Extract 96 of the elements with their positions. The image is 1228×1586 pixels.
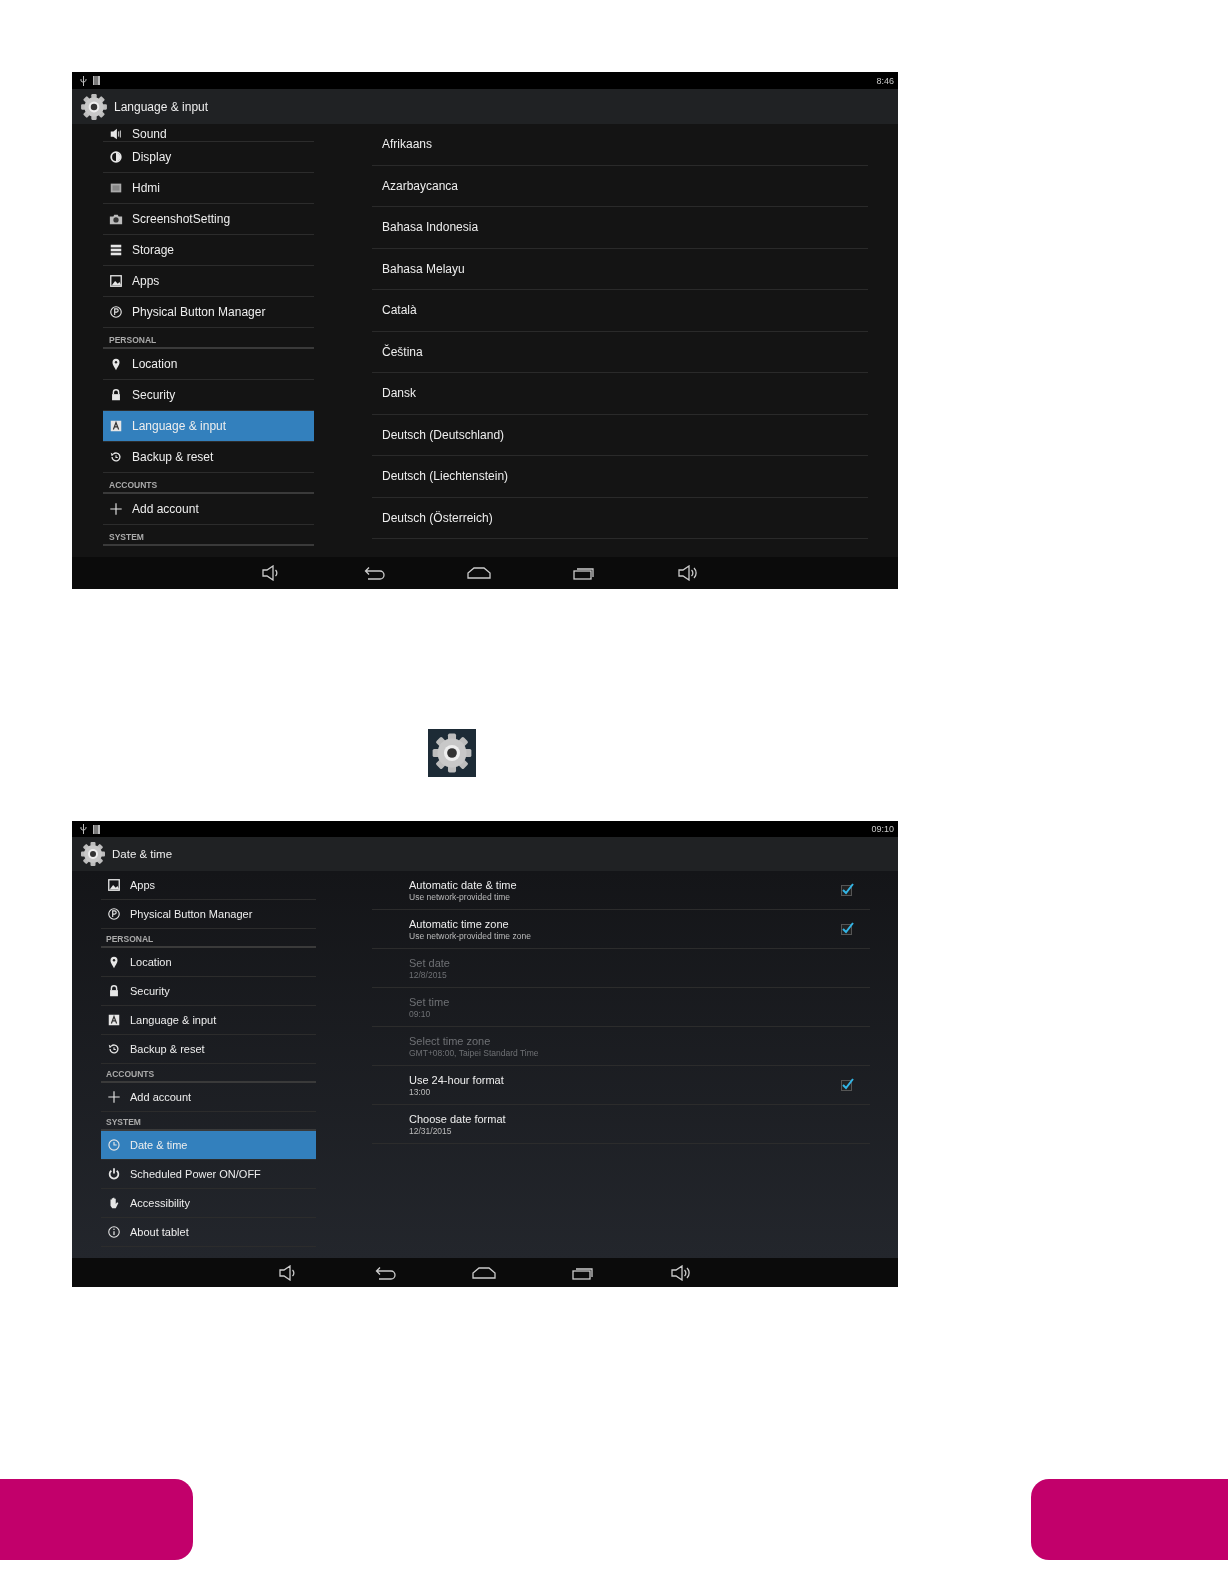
setting-summary: 09:10: [409, 1008, 432, 1019]
section-header: PERSONAL: [103, 328, 314, 349]
settings-menu-item[interactable]: Add account: [103, 494, 314, 525]
plus-icon: [109, 502, 123, 516]
recent-apps-icon[interactable]: [573, 566, 595, 580]
setting-title: Select time zone: [409, 1034, 492, 1047]
letter-box-icon: [107, 1013, 121, 1027]
language-item[interactable]: Bahasa Indonesia: [372, 207, 868, 249]
section-header: PERSONAL: [101, 929, 316, 948]
setting-title: Choose date format: [409, 1112, 507, 1125]
setting-title: Automatic date & time: [409, 878, 518, 891]
status-time: 8:46: [876, 75, 894, 86]
usb-icon: [80, 75, 87, 86]
settings-menu-item[interactable]: Hdmi: [103, 173, 314, 204]
screen-title: Language & input: [114, 99, 209, 114]
setting-summary: 12/31/2015: [409, 1125, 453, 1136]
back-icon[interactable]: [374, 1265, 396, 1280]
home-icon[interactable]: [472, 1266, 496, 1279]
settings-menu-item[interactable]: Location: [101, 948, 316, 977]
settings-menu-item[interactable]: Sound: [103, 124, 314, 142]
settings-menu-item[interactable]: Location: [103, 349, 314, 380]
setting-summary: GMT+08:00, Taipei Standard Time: [409, 1047, 540, 1058]
setting-summary: Use network-provided time: [409, 891, 512, 902]
p-circle-icon: [107, 907, 121, 921]
settings-icon: [80, 92, 108, 121]
section-header: ACCOUNTS: [103, 473, 314, 494]
storage-card-icon: [93, 76, 100, 85]
settings-menu-item[interactable]: Date & time: [101, 1131, 316, 1160]
settings-menu-item[interactable]: Language & input: [103, 411, 314, 442]
settings-menu-item[interactable]: Backup & reset: [103, 442, 314, 473]
restore-icon: [107, 1042, 121, 1056]
setting-row[interactable]: Use 24-hour format 13:00: [372, 1066, 870, 1105]
settings-menu-item[interactable]: Storage: [103, 235, 314, 266]
back-icon[interactable]: [363, 566, 385, 580]
language-item[interactable]: Čeština: [372, 331, 868, 373]
usb-icon: [80, 824, 87, 834]
setting-summary: Use network-provided time zone: [409, 930, 532, 941]
setting-row[interactable]: Choose date format 12/31/2015: [372, 1105, 870, 1144]
language-item[interactable]: Deutsch (Österreich): [372, 497, 868, 539]
language-item[interactable]: Afrikaans: [372, 124, 868, 166]
settings-menu-item[interactable]: Language & input: [101, 1006, 316, 1035]
home-icon[interactable]: [467, 567, 491, 579]
clock-icon: [107, 1138, 121, 1152]
camera-icon: [109, 212, 123, 226]
storage-icon: [109, 243, 123, 257]
settings-menu-item[interactable]: Security: [101, 977, 316, 1006]
settings-menu-item[interactable]: Display: [103, 142, 314, 173]
settings-menu-item[interactable]: Physical Button Manager: [103, 297, 314, 328]
setting-title: Use 24-hour format: [409, 1073, 505, 1086]
language-item[interactable]: Bahasa Melayu: [372, 248, 868, 290]
lock-icon: [109, 388, 123, 402]
storage-card-icon: [93, 824, 100, 834]
image-icon: [109, 274, 123, 288]
info-icon: [107, 1225, 121, 1239]
settings-menu-item[interactable]: ScreenshotSetting: [103, 204, 314, 235]
volume-up-icon[interactable]: [677, 565, 699, 581]
settings-menu-item[interactable]: Apps: [101, 871, 316, 900]
setting-row[interactable]: Automatic time zone Use network-provided time zone: [372, 910, 870, 949]
speaker-icon: [109, 127, 123, 141]
restore-icon: [109, 450, 123, 464]
setting-row[interactable]: Automatic date & time Use network-provided time: [372, 871, 870, 910]
settings-icon: [80, 841, 106, 867]
settings-menu-item[interactable]: Apps: [103, 266, 314, 297]
language-item[interactable]: Azarbaycanca: [372, 165, 868, 207]
setting-summary: 12/8/2015: [409, 969, 448, 980]
image-icon: [107, 878, 121, 892]
recent-apps-icon[interactable]: [572, 1265, 594, 1280]
settings-menu-item[interactable]: Add account: [101, 1083, 316, 1112]
settings-menu-item[interactable]: Physical Button Manager: [101, 900, 316, 929]
settings-menu-item[interactable]: Backup & reset: [101, 1035, 316, 1064]
language-item[interactable]: Deutsch (Deutschland): [372, 414, 868, 456]
screen-title: Date & time: [112, 848, 173, 860]
lock-icon: [107, 984, 121, 998]
checkbox[interactable]: [841, 1079, 852, 1091]
volume-up-icon[interactable]: [670, 1264, 692, 1281]
square-icon: [109, 181, 123, 195]
plus-icon: [107, 1090, 121, 1104]
section-header: ACCOUNTS: [101, 1064, 316, 1083]
settings-menu-item[interactable]: About tablet: [101, 1218, 316, 1247]
setting-title: Set date: [409, 956, 451, 969]
settings-menu-item[interactable]: Scheduled Power ON/OFF: [101, 1160, 316, 1189]
p-circle-icon: [109, 305, 123, 319]
status-time: 09:10: [871, 824, 894, 834]
section-header: SYSTEM: [103, 525, 314, 546]
power-icon: [107, 1167, 121, 1181]
language-item[interactable]: Català: [372, 290, 868, 332]
language-item[interactable]: Dansk: [372, 373, 868, 415]
language-item[interactable]: Deutsch (Liechtenstein): [372, 456, 868, 498]
brightness-icon: [109, 150, 123, 164]
checkbox[interactable]: [841, 923, 852, 935]
setting-title: Set time: [409, 995, 451, 1008]
letter-box-icon: [109, 419, 123, 433]
setting-summary: 13:00: [409, 1086, 432, 1097]
checkbox[interactable]: [841, 884, 852, 896]
setting-title: Automatic time zone: [409, 917, 510, 930]
settings-menu-item[interactable]: Accessibility: [101, 1189, 316, 1218]
